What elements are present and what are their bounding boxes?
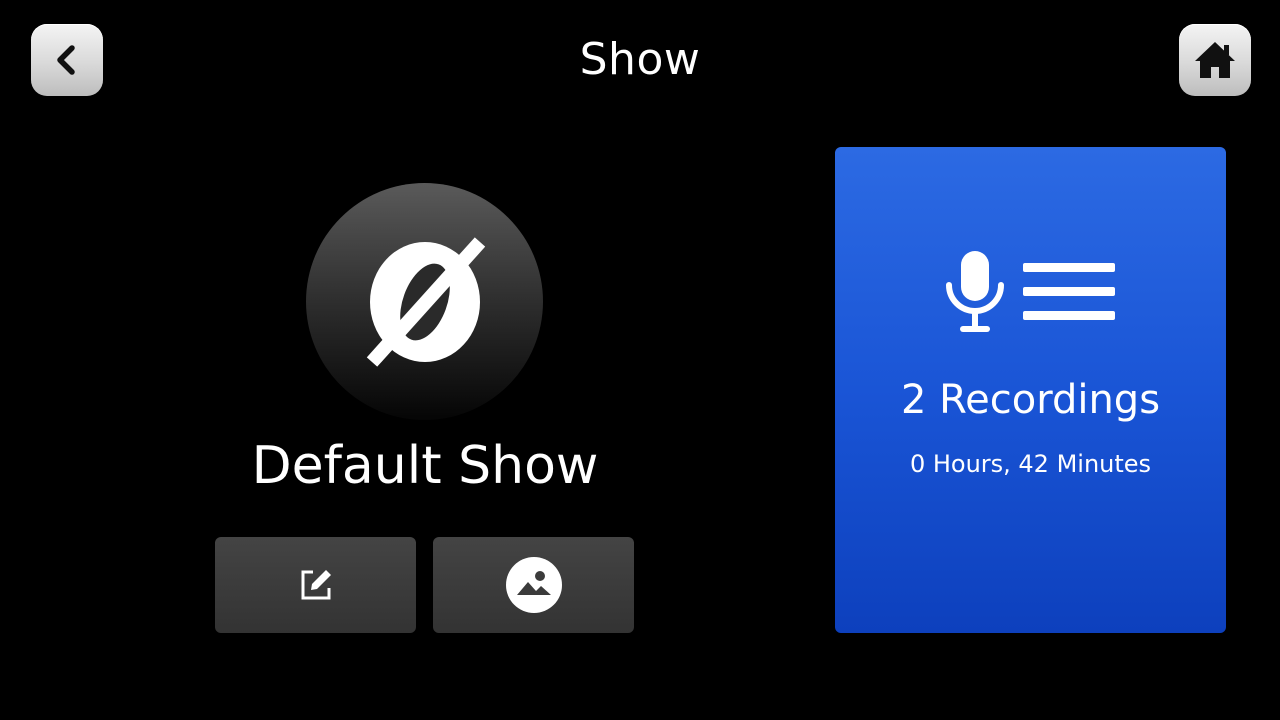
edit-show-button[interactable]: [215, 537, 416, 633]
show-screen: Show Default Show 2 Recordings 0 Hours, …: [0, 0, 1280, 720]
microphone-list-icon: [946, 251, 1115, 332]
null-symbol-icon: [366, 236, 485, 367]
edit-icon: [301, 570, 331, 600]
image-icon: [505, 557, 562, 613]
recordings-count: 2 Recordings: [900, 377, 1161, 423]
recordings-duration: 0 Hours, 42 Minutes: [909, 450, 1152, 478]
show-name: Default Show: [251, 436, 599, 496]
home-icon: [1195, 42, 1235, 78]
home-button[interactable]: [1179, 24, 1251, 96]
page-title: Show: [579, 34, 701, 85]
show-logo: [306, 183, 543, 420]
recordings-card[interactable]: 2 Recordings 0 Hours, 42 Minutes: [835, 147, 1226, 633]
change-image-button[interactable]: [433, 537, 634, 633]
